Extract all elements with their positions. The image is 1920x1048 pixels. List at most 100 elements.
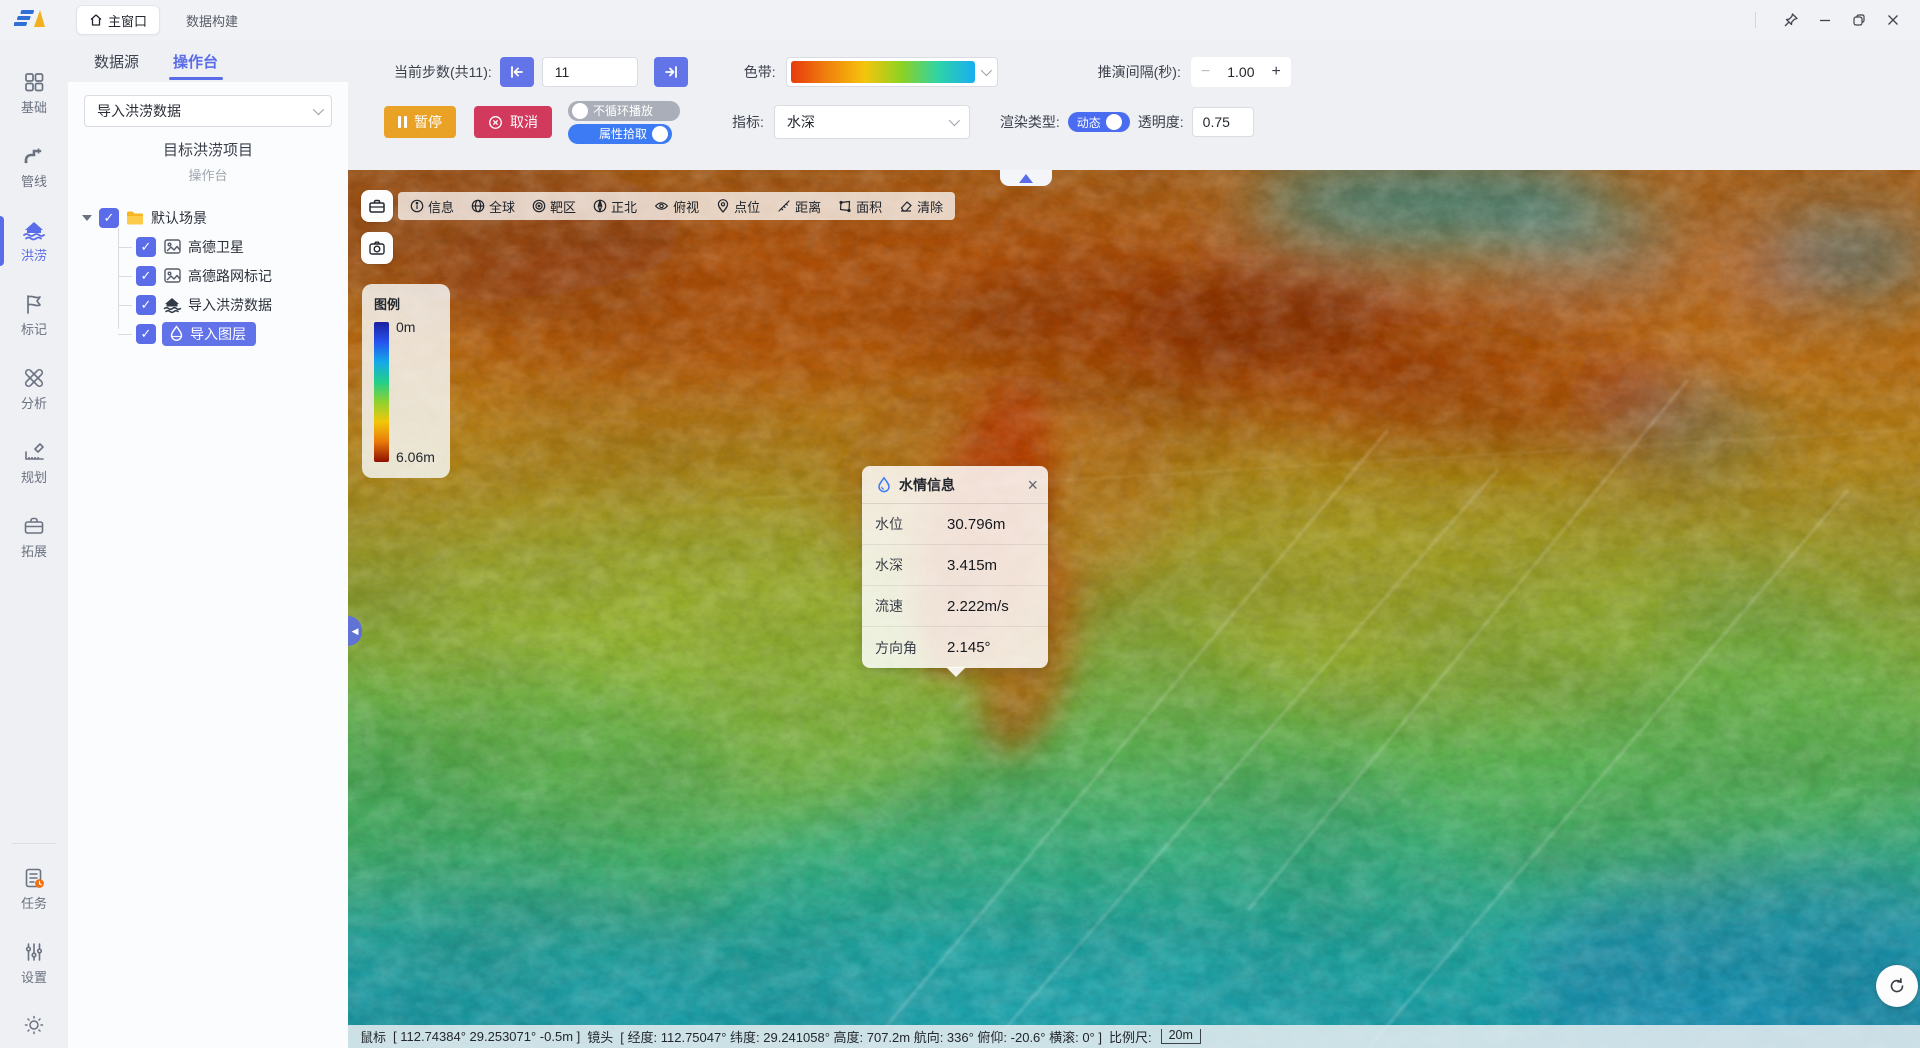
- map-tool-info[interactable]: 信息: [410, 197, 454, 216]
- sidebar-item-flood[interactable]: 洪涝: [0, 210, 68, 272]
- checkbox-checked[interactable]: ✓: [136, 324, 156, 344]
- map-tool-north[interactable]: 正北: [593, 197, 637, 216]
- pin-icon[interactable]: [1774, 5, 1808, 35]
- checkbox-checked[interactable]: ✓: [136, 295, 156, 315]
- map-tool-label: 俯视: [673, 197, 699, 216]
- pick-toggle-label: 属性拾取: [599, 125, 647, 142]
- interval-stepper[interactable]: − 1.00 +: [1191, 57, 1291, 87]
- screenshot-button[interactable]: [361, 232, 393, 264]
- target-icon: [532, 199, 546, 213]
- legend-panel: 图例 0m 6.06m: [362, 284, 450, 478]
- sidebar-item-label: 基础: [21, 97, 47, 116]
- checkbox-checked[interactable]: ✓: [136, 237, 156, 257]
- map-tool-clear[interactable]: 清除: [899, 197, 943, 216]
- briefcase-icon: [22, 514, 46, 538]
- project-subtitle: 操作台: [68, 165, 348, 184]
- opacity-label: 透明度:: [1138, 112, 1184, 132]
- tab-data-build[interactable]: 数据构建: [186, 11, 238, 30]
- sidebar-item-pipeline[interactable]: 管线: [0, 136, 68, 198]
- image-icon: [162, 266, 182, 286]
- mouse-coords: [ 112.74384° 29.253071° -0.5m ]: [393, 1029, 580, 1044]
- popup-row-label: 水位: [875, 514, 947, 534]
- map-tool-globe[interactable]: 全球: [471, 197, 515, 216]
- tree-children: ✓ 高德卫星 ✓: [118, 232, 348, 348]
- sidebar-item-analysis[interactable]: 分析: [0, 358, 68, 420]
- opacity-input[interactable]: 0.75: [1192, 107, 1254, 137]
- close-button[interactable]: [1876, 5, 1910, 35]
- tree-row-roadnet[interactable]: ✓ 高德路网标记: [118, 261, 348, 290]
- tree-item-label: 导入洪涝数据: [188, 295, 272, 315]
- step-value-input[interactable]: 11: [542, 57, 638, 87]
- sidebar-item-basic[interactable]: 基础: [0, 62, 68, 124]
- tree-row-import-layer[interactable]: ✓ 导入图层: [118, 319, 348, 348]
- restore-button[interactable]: [1842, 5, 1876, 35]
- render-type-label: 渲染类型:: [1000, 112, 1060, 132]
- triangle-up-icon: [1019, 174, 1033, 183]
- sidebar-item-settings[interactable]: 设置: [0, 932, 68, 994]
- sidebar-item-tasks[interactable]: 任务: [0, 858, 68, 920]
- title-bar: 主窗口 数据构建: [0, 0, 1920, 40]
- flag-icon: [22, 292, 46, 316]
- pause-button-label: 暂停: [414, 112, 442, 132]
- indicator-value: 水深: [787, 112, 815, 132]
- colorband-label: 色带:: [744, 62, 776, 82]
- cancel-button-label: 取消: [510, 112, 538, 132]
- interval-minus-button[interactable]: −: [1201, 63, 1210, 81]
- popup-row-value: 30.796m: [947, 516, 1005, 533]
- tree-item-label: 导入图层: [190, 324, 246, 344]
- tab-main-window-label: 主窗口: [108, 11, 147, 30]
- brightness-icon[interactable]: [0, 1006, 68, 1044]
- loop-playback-toggle[interactable]: 不循环播放: [568, 101, 680, 121]
- step-first-button[interactable]: [500, 57, 534, 87]
- panel-tab-bar: 数据源 操作台: [68, 40, 348, 82]
- info-icon: [410, 199, 424, 213]
- tree-row-satellite[interactable]: ✓ 高德卫星: [118, 232, 348, 261]
- checkbox-checked[interactable]: ✓: [99, 208, 119, 228]
- render-type-toggle[interactable]: 动态: [1068, 112, 1130, 132]
- dataset-select[interactable]: 导入洪涝数据: [84, 95, 332, 127]
- colorband-select[interactable]: [786, 57, 998, 87]
- toolbar-collapse-handle[interactable]: [1000, 170, 1052, 186]
- pause-button[interactable]: 暂停: [384, 106, 456, 138]
- toolbox-button[interactable]: [361, 190, 393, 222]
- map-tool-area[interactable]: 面积: [838, 197, 882, 216]
- flood-icon: [21, 218, 47, 242]
- step-count-label: 当前步数(共11):: [394, 62, 492, 82]
- mouse-label: 鼠标: [360, 1027, 386, 1046]
- tree-row-flood-data[interactable]: ✓ 导入洪涝数据: [118, 290, 348, 319]
- indicator-select[interactable]: 水深: [774, 105, 970, 139]
- tab-data-source[interactable]: 数据源: [94, 51, 139, 76]
- map-tool-overhead[interactable]: 俯视: [654, 197, 699, 216]
- close-icon[interactable]: ×: [1027, 476, 1038, 494]
- sidebar-item-label: 洪涝: [21, 245, 47, 264]
- top-toolbars: 当前步数(共11): 11 色带:: [348, 40, 1920, 170]
- toolbar-row-playback: 暂停 取消 不循环播放 属性拾取: [348, 94, 1920, 150]
- tree-root-label: 默认场景: [151, 208, 207, 228]
- image-icon: [162, 237, 182, 257]
- cancel-button[interactable]: 取消: [474, 106, 552, 138]
- map-tool-distance[interactable]: 距离: [777, 197, 821, 216]
- map-status-bar: 鼠标 [ 112.74384° 29.253071° -0.5m ] 镜头 [ …: [348, 1025, 1920, 1048]
- map-tool-point[interactable]: 点位: [716, 197, 760, 216]
- flood-layer-icon: [162, 295, 182, 315]
- sidebar-item-extend[interactable]: 拓展: [0, 506, 68, 568]
- sidebar-item-marker[interactable]: 标记: [0, 284, 68, 346]
- sliders-icon: [22, 940, 46, 964]
- interval-plus-button[interactable]: +: [1272, 63, 1281, 81]
- tab-main-window[interactable]: 主窗口: [76, 5, 160, 35]
- map-tool-target[interactable]: 靶区: [532, 197, 576, 216]
- attribute-pick-toggle[interactable]: 属性拾取: [568, 124, 672, 144]
- refresh-button[interactable]: [1876, 965, 1918, 1007]
- caret-down-icon[interactable]: [82, 215, 92, 221]
- legend-gradient-bar: [374, 322, 389, 462]
- minimize-button[interactable]: [1808, 5, 1842, 35]
- checkbox-checked[interactable]: ✓: [136, 266, 156, 286]
- map-viewport[interactable]: 信息 全球 靶区 正北: [348, 170, 1920, 1048]
- step-last-button[interactable]: [654, 57, 688, 87]
- selected-tree-item[interactable]: 导入图层: [162, 322, 256, 346]
- folder-icon: [125, 208, 145, 228]
- map-toolbar: 信息 全球 靶区 正北: [398, 192, 955, 220]
- refresh-icon: [1888, 977, 1906, 995]
- tab-console[interactable]: 操作台: [173, 51, 218, 76]
- sidebar-item-planning[interactable]: 规划: [0, 432, 68, 494]
